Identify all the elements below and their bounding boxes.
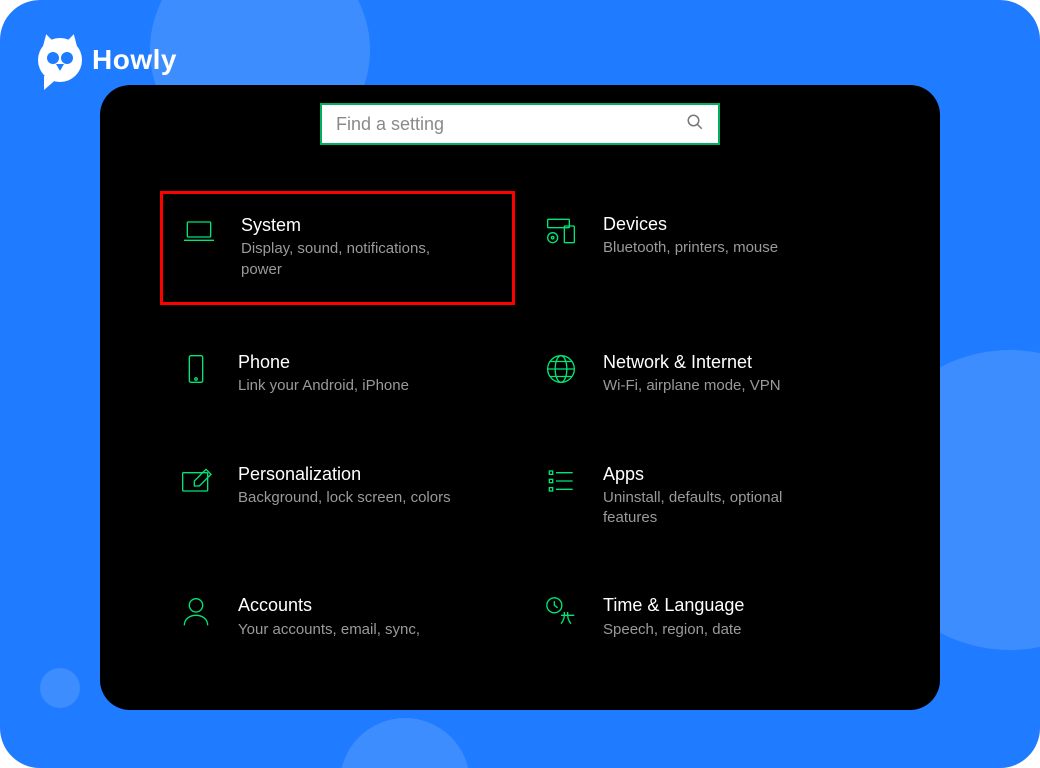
tile-title: Time & Language [603,594,744,617]
settings-tile-devices[interactable]: Devices Bluetooth, printers, mouse [525,203,880,293]
page-background: Howly System Display, sound, notificatio… [0,0,1040,768]
settings-tile-network[interactable]: Network & Internet Wi-Fi, airplane mode,… [525,341,880,405]
owl-icon [38,38,82,82]
tile-title: Apps [603,463,833,486]
bg-blob [340,718,470,768]
tile-desc: Bluetooth, printers, mouse [603,238,778,258]
search-input[interactable] [336,114,686,135]
search-box[interactable] [320,103,720,145]
settings-tile-system[interactable]: System Display, sound, notifications, po… [160,191,515,305]
tile-title: System [241,214,471,237]
laptop-icon [179,212,219,252]
pen-icon [176,461,216,501]
tile-desc: Link your Android, iPhone [238,376,409,396]
brand-name: Howly [92,44,177,76]
brand-logo: Howly [38,38,177,82]
tile-title: Personalization [238,463,451,486]
globe-icon [541,349,581,389]
settings-window: System Display, sound, notifications, po… [100,85,940,710]
time-lang-icon [541,592,581,632]
phone-icon [176,349,216,389]
settings-tile-phone[interactable]: Phone Link your Android, iPhone [160,341,515,405]
person-icon [176,592,216,632]
tile-desc: Uninstall, defaults, optional features [603,488,833,529]
tile-desc: Display, sound, notifications, power [241,239,471,280]
list-icon [541,461,581,501]
tile-title: Accounts [238,594,420,617]
settings-tile-accounts[interactable]: Accounts Your accounts, email, sync, [160,584,515,648]
search-icon [686,113,704,136]
bg-blob [40,668,80,708]
settings-tile-time-language[interactable]: Time & Language Speech, region, date [525,584,880,648]
tile-title: Devices [603,213,778,236]
devices-icon [541,211,581,251]
settings-grid: System Display, sound, notifications, po… [160,145,880,648]
tile-desc: Background, lock screen, colors [238,488,451,508]
settings-tile-apps[interactable]: Apps Uninstall, defaults, optional featu… [525,453,880,537]
settings-tile-personalization[interactable]: Personalization Background, lock screen,… [160,453,515,537]
tile-desc: Speech, region, date [603,620,744,640]
tile-title: Network & Internet [603,351,781,374]
tile-desc: Your accounts, email, sync, [238,620,420,640]
tile-desc: Wi-Fi, airplane mode, VPN [603,376,781,396]
tile-title: Phone [238,351,409,374]
